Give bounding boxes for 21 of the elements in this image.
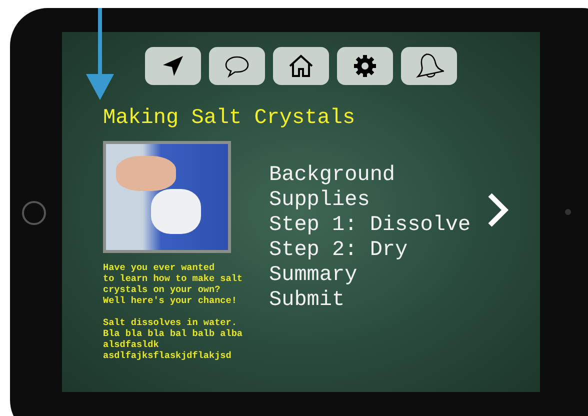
page-title: Making Salt Crystals — [103, 107, 356, 131]
toolbar-button[interactable] — [401, 47, 457, 85]
bell-icon — [414, 52, 444, 80]
menu-link[interactable]: Supplies — [269, 188, 370, 213]
menu-link[interactable]: Step 1: Dissolve — [269, 213, 471, 238]
toolbar-button[interactable] — [209, 47, 265, 85]
menu-link[interactable]: Background — [269, 163, 396, 188]
toolbar-button[interactable] — [273, 47, 329, 85]
toolbar-button[interactable] — [145, 47, 201, 85]
menu-link[interactable]: Submit — [269, 288, 345, 313]
intro-paragraph: Have you ever wanted to learn how to make salt crystals on your own? Well here's your chance! — [103, 262, 244, 306]
intro-paragraph: Salt dissolves in water. Bla bla bla bal balb alba alsdfasldk asdlfajksflaskjdflakjsd — [103, 317, 244, 361]
menu-link[interactable]: Step 2: Dry — [269, 238, 408, 263]
settings-icon — [353, 54, 377, 78]
menu-link[interactable]: Summary — [269, 263, 358, 288]
home-icon — [288, 54, 314, 78]
toolbar-button[interactable] — [337, 47, 393, 85]
navigation-arrow-icon — [161, 54, 185, 78]
home-button[interactable] — [22, 201, 46, 225]
camera-icon — [565, 209, 571, 215]
chat-icon — [224, 54, 250, 78]
